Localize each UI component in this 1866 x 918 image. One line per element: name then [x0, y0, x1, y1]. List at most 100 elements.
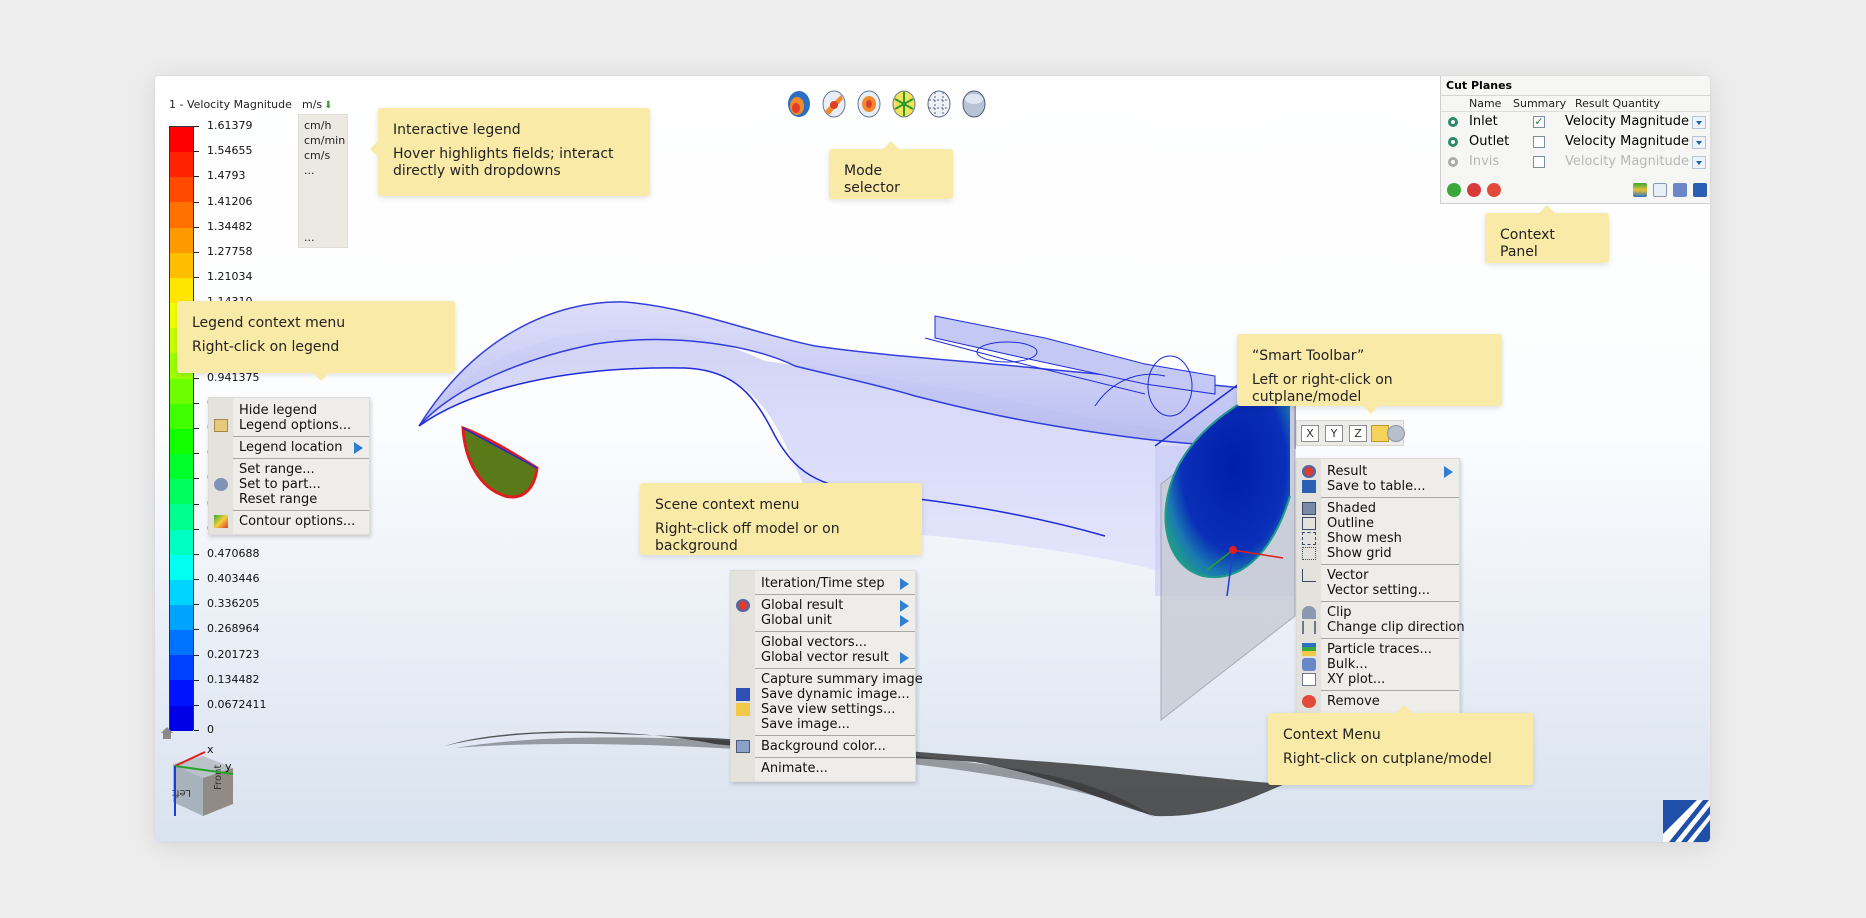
colorbar-segment[interactable] — [170, 554, 193, 580]
xy-plot-icon[interactable] — [1653, 183, 1667, 197]
mode-wireframe-icon[interactable] — [924, 89, 954, 119]
save-table-item[interactable]: Save to table... — [1297, 479, 1459, 494]
colorbar-segment[interactable] — [170, 479, 193, 505]
summary-checkbox[interactable] — [1533, 156, 1545, 168]
bulk-item[interactable]: Bulk... — [1297, 657, 1459, 672]
model-context-menu[interactable]: Result Save to table... Shaded Outline S… — [1296, 458, 1465, 715]
mode-outline-icon[interactable] — [959, 89, 989, 119]
align-x-button[interactable]: X — [1301, 425, 1319, 442]
align-y-button[interactable]: Y — [1325, 425, 1343, 442]
colorbar-segment[interactable] — [170, 454, 193, 480]
colorbar-segment[interactable] — [170, 579, 193, 605]
colorbar-segment[interactable] — [170, 252, 193, 278]
particle-traces-item[interactable]: Particle traces... — [1297, 642, 1459, 657]
save-image-item[interactable]: Save image... — [731, 717, 915, 732]
col-name[interactable]: Name — [1441, 96, 1505, 111]
cutplane-name[interactable]: Outlet — [1469, 132, 1509, 152]
colorbar-segment[interactable] — [170, 428, 193, 455]
colorbar-segment[interactable] — [170, 655, 193, 681]
reset-range-item[interactable]: Reset range — [209, 492, 369, 507]
cfd-viewport[interactable]: 1 - Velocity Magnitude m/s ⬇ cm/h cm/min … — [155, 76, 1710, 842]
show-mesh-item[interactable]: Show mesh — [1297, 531, 1459, 546]
legend-unit-list[interactable]: cm/h cm/min cm/s ... ... — [298, 114, 348, 248]
save-icon[interactable] — [1693, 183, 1707, 197]
colorbar-segment[interactable] — [170, 227, 193, 253]
save-view-item[interactable]: Save view settings... — [731, 702, 915, 717]
legend-title[interactable]: 1 - Velocity Magnitude — [169, 98, 292, 111]
result-item[interactable]: Result — [1297, 464, 1459, 479]
result-quantity[interactable]: Velocity Magnitude — [1565, 132, 1689, 152]
result-dropdown-icon[interactable] — [1692, 136, 1706, 149]
remove-item[interactable]: Remove — [1297, 694, 1459, 709]
set-range-item[interactable]: Set range... — [209, 462, 369, 477]
colorbar-segment[interactable] — [170, 177, 193, 203]
visibility-eye-icon[interactable] — [1446, 156, 1460, 168]
contour-options-item[interactable]: Contour options... — [209, 514, 369, 529]
colorbar-segment[interactable] — [170, 504, 193, 530]
col-summary[interactable]: Summary — [1505, 96, 1566, 111]
clip-item[interactable]: Clip — [1297, 605, 1459, 620]
summary-checkbox[interactable] — [1533, 136, 1545, 148]
show-grid-item[interactable]: Show grid — [1297, 546, 1459, 561]
home-icon[interactable] — [160, 726, 174, 740]
result-quantity[interactable]: Velocity Magnitude — [1565, 112, 1689, 132]
result-dropdown-icon[interactable] — [1692, 116, 1706, 129]
change-clip-item[interactable]: Change clip direction — [1297, 620, 1465, 635]
unit-option[interactable]: ... — [304, 163, 342, 178]
result-dropdown-icon[interactable] — [1692, 156, 1706, 169]
global-unit-item[interactable]: Global unit — [731, 613, 915, 628]
colorbar-segment[interactable] — [170, 630, 193, 656]
hide-legend-item[interactable]: Hide legend — [209, 403, 369, 418]
global-result-item[interactable]: Global result — [731, 598, 915, 613]
legend-options-item[interactable]: Legend options... — [209, 418, 369, 433]
global-vector-result-item[interactable]: Global vector result — [731, 650, 915, 665]
colorbar-segment[interactable] — [170, 277, 193, 304]
mode-cutplane-icon[interactable] — [819, 89, 849, 119]
colorbar-segment[interactable] — [170, 529, 193, 555]
col-result-quantity[interactable]: Result Quantity — [1565, 96, 1660, 111]
cutplane-row-invis[interactable]: Invis Velocity Magnitude — [1441, 152, 1710, 172]
colorbar-segment[interactable] — [170, 378, 193, 404]
colorbar-segment[interactable] — [170, 680, 193, 706]
colorbar-segment[interactable] — [170, 202, 193, 228]
rotate-sphere-icon[interactable] — [1387, 425, 1405, 442]
mode-isosurface-icon[interactable] — [854, 89, 884, 119]
add-cutplane-icon[interactable] — [1447, 183, 1461, 197]
global-vectors-item[interactable]: Global vectors... — [731, 635, 915, 650]
cutplane-name[interactable]: Invis — [1469, 152, 1499, 172]
visibility-eye-icon[interactable] — [1446, 116, 1460, 128]
legend-context-menu[interactable]: Hide legend Legend options... Legend loc… — [208, 397, 370, 535]
unit-option[interactable]: cm/h — [304, 118, 342, 133]
info-icon[interactable] — [1487, 183, 1501, 197]
capture-summary-item[interactable]: Capture summary image — [731, 672, 923, 687]
scene-context-menu[interactable]: Iteration/Time step Global result Global… — [730, 570, 923, 782]
unit-option-more[interactable]: ... — [304, 230, 315, 245]
colorbar-segment[interactable] — [170, 127, 193, 153]
orientation-cube[interactable]: Left Front x y — [163, 744, 243, 824]
cutplane-row-inlet[interactable]: Inlet ✓ Velocity Magnitude — [1441, 112, 1710, 132]
vector-setting-item[interactable]: Vector setting... — [1297, 583, 1459, 598]
summary-checkbox[interactable]: ✓ — [1533, 116, 1545, 128]
save-dynamic-item[interactable]: Save dynamic image... — [731, 687, 915, 702]
mode-particle-icon[interactable] — [889, 89, 919, 119]
colorbar-segment[interactable] — [170, 604, 193, 631]
legend-unit-dropdown[interactable]: m/s ⬇ — [302, 98, 333, 111]
legend-settings-icon[interactable] — [1633, 183, 1647, 197]
set-to-part-item[interactable]: Set to part... — [209, 477, 369, 492]
shaded-item[interactable]: Shaded — [1297, 501, 1459, 516]
background-color-item[interactable]: Background color... — [731, 739, 915, 754]
mode-shaded-icon[interactable] — [784, 89, 814, 119]
xy-plot-item[interactable]: XY plot... — [1297, 672, 1459, 687]
iteration-item[interactable]: Iteration/Time step — [731, 576, 915, 591]
align-z-button[interactable]: Z — [1349, 425, 1367, 442]
animate-item[interactable]: Animate... — [731, 761, 915, 776]
cutplane-row-outlet[interactable]: Outlet Velocity Magnitude — [1441, 132, 1710, 152]
colorbar-segment[interactable] — [170, 403, 193, 429]
outline-item[interactable]: Outline — [1297, 516, 1459, 531]
smart-toolbar[interactable]: X Y Z — [1296, 420, 1405, 446]
visibility-eye-icon[interactable] — [1446, 136, 1460, 148]
mode-selector[interactable] — [784, 89, 989, 119]
legend-location-item[interactable]: Legend location — [209, 440, 369, 455]
unit-option[interactable]: cm/s — [304, 148, 342, 163]
vector-item[interactable]: Vector — [1297, 568, 1459, 583]
